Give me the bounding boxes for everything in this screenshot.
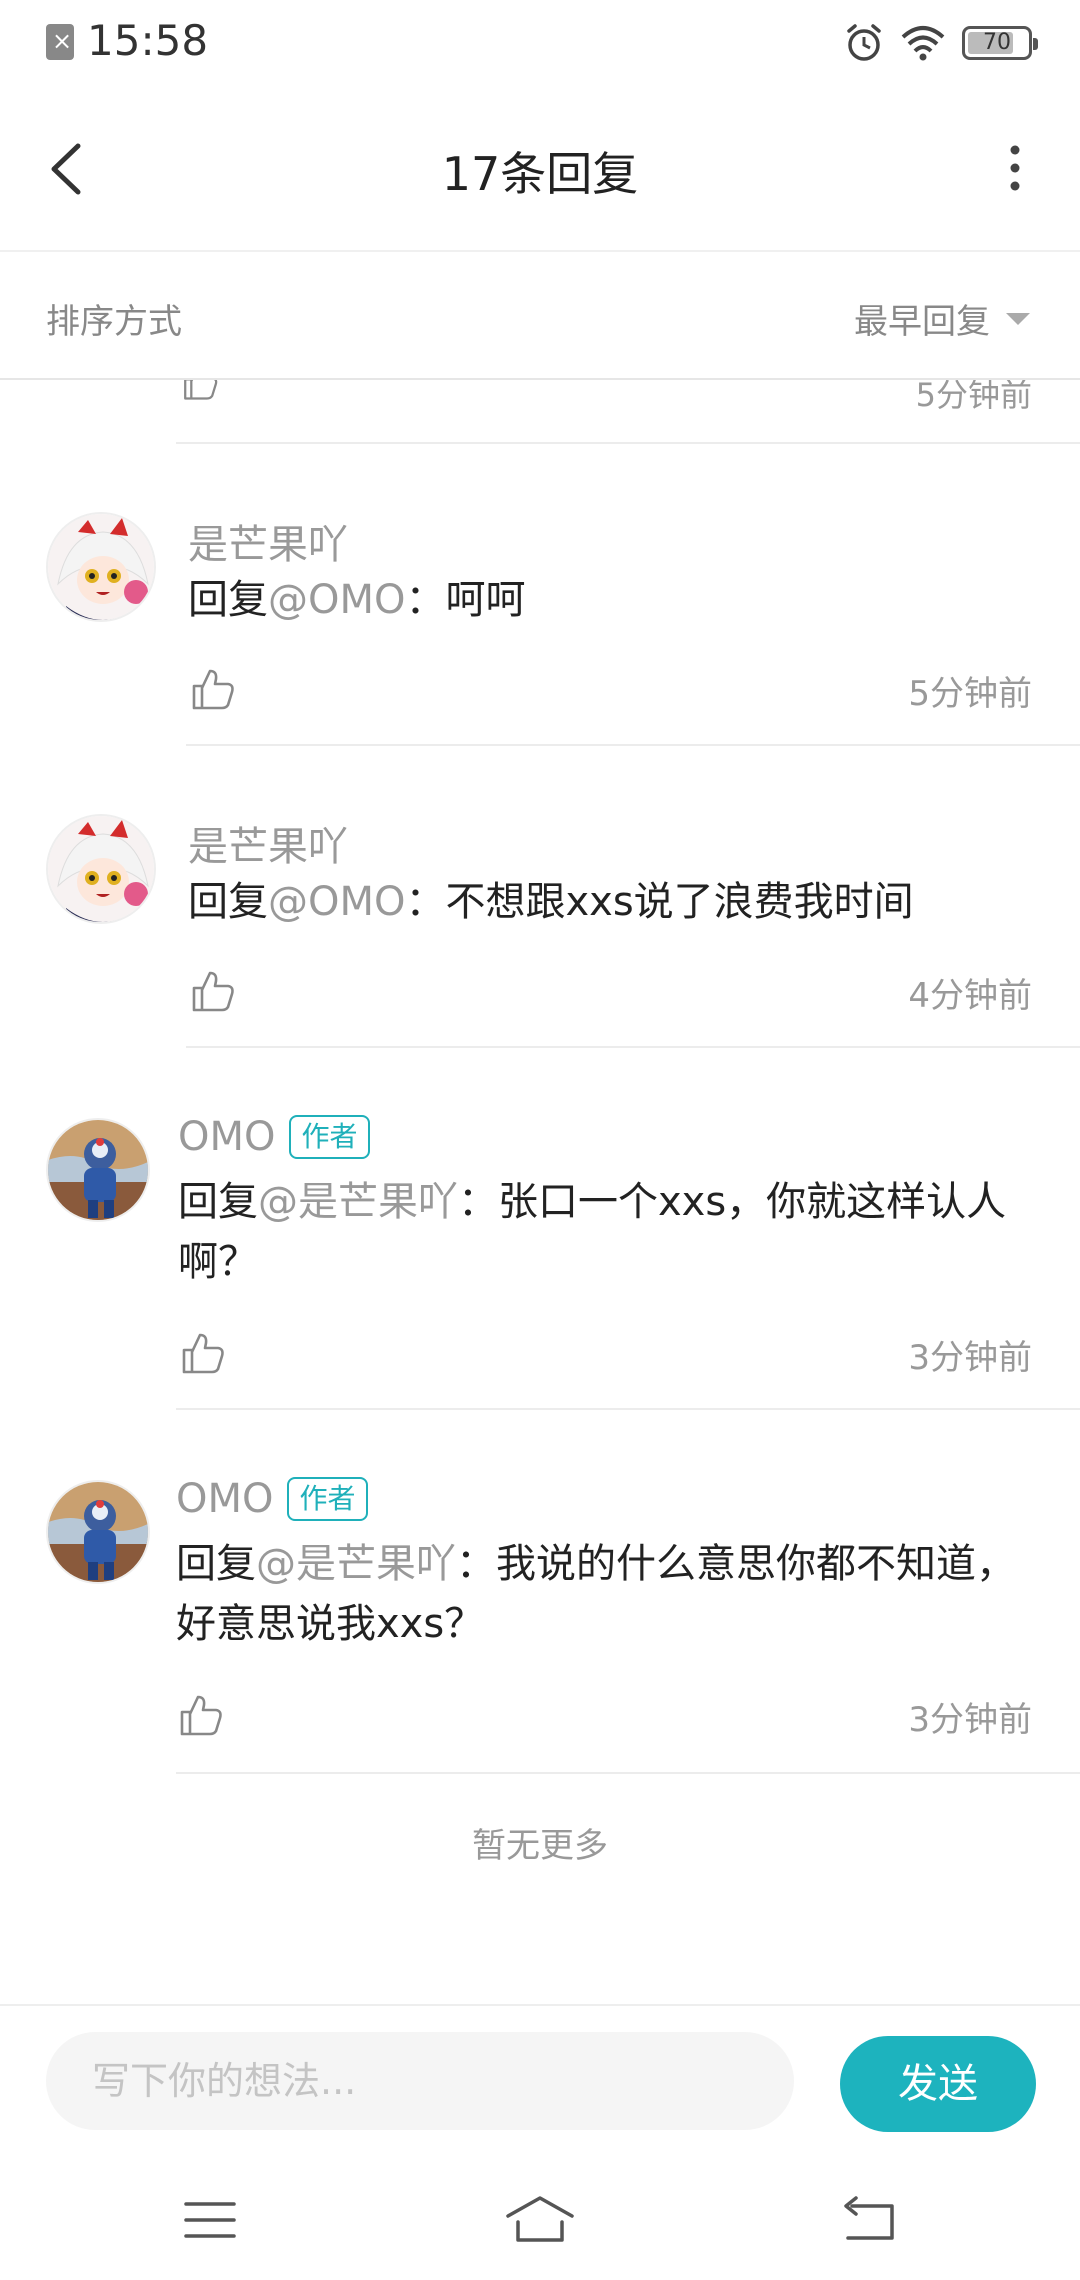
reply-prefix: 回复 bbox=[178, 1179, 258, 1225]
comment-input[interactable] bbox=[46, 2032, 794, 2130]
mention-link[interactable]: @OMO bbox=[268, 879, 405, 925]
comment-body: ：呵呵 bbox=[405, 577, 526, 623]
like-icon[interactable] bbox=[178, 1692, 224, 1738]
like-icon[interactable] bbox=[180, 1330, 226, 1376]
username[interactable]: 是芒果吖 bbox=[188, 512, 348, 570]
mention-link[interactable]: @是芒果吖 bbox=[258, 1179, 458, 1225]
sim-error-icon bbox=[46, 24, 74, 60]
status-bar: 15:58 70 bbox=[0, 0, 1080, 86]
mention-link[interactable]: @是芒果吖 bbox=[256, 1541, 456, 1587]
home-icon[interactable] bbox=[500, 2192, 580, 2248]
user-row: OMO 作者 bbox=[176, 1476, 368, 1522]
mention-link[interactable]: @OMO bbox=[268, 577, 405, 623]
no-more-text: 暂无更多 bbox=[472, 1826, 608, 1866]
menu-icon[interactable] bbox=[170, 2192, 250, 2248]
avatar-image bbox=[48, 514, 154, 620]
list-item: OMO 作者 回复@是芒果吖：张口一个xxs，你就这样认人啊？ 3分钟前 bbox=[0, 1048, 1080, 1408]
comment-text: 回复@OMO：呵呵 bbox=[188, 570, 1034, 630]
avatar[interactable] bbox=[46, 814, 156, 924]
user-row: OMO 作者 bbox=[178, 1114, 370, 1160]
avatar[interactable] bbox=[46, 1118, 150, 1222]
like-icon[interactable] bbox=[190, 968, 236, 1014]
send-button[interactable]: 发送 bbox=[840, 2036, 1036, 2132]
back-icon[interactable] bbox=[830, 2192, 910, 2248]
author-badge: 作者 bbox=[289, 1115, 370, 1159]
timestamp: 5分钟前 bbox=[908, 674, 1032, 714]
chevron-down-icon bbox=[1006, 312, 1030, 325]
like-icon[interactable] bbox=[180, 380, 220, 402]
alarm-icon bbox=[847, 24, 881, 61]
timestamp: 5分钟前 bbox=[915, 380, 1032, 414]
divider bbox=[176, 1772, 1080, 1774]
status-time: 15:58 bbox=[87, 16, 209, 65]
avatar-image bbox=[48, 1120, 148, 1220]
like-icon[interactable] bbox=[190, 666, 236, 712]
battery-icon: 70 bbox=[962, 26, 1038, 60]
username[interactable]: OMO bbox=[176, 1476, 273, 1522]
list-item: 是芒果吖 回复@OMO：呵呵 5分钟前 bbox=[0, 444, 1080, 744]
avatar[interactable] bbox=[46, 512, 156, 622]
timestamp: 3分钟前 bbox=[908, 1700, 1032, 1740]
timestamp: 4分钟前 bbox=[908, 976, 1032, 1016]
wifi-icon bbox=[901, 26, 945, 61]
sort-dropdown[interactable]: 最早回复 bbox=[854, 294, 1030, 343]
username[interactable]: 是芒果吖 bbox=[188, 814, 348, 872]
more-vertical-icon[interactable] bbox=[990, 138, 1040, 198]
comment-text: 回复@OMO：不想跟xxs说了浪费我时间 bbox=[188, 872, 1034, 932]
sort-value: 最早回复 bbox=[854, 302, 990, 342]
author-badge: 作者 bbox=[287, 1477, 368, 1521]
sort-label: 排序方式 bbox=[46, 302, 182, 342]
sort-bar: 排序方式 最早回复 bbox=[0, 252, 1080, 380]
battery-level: 70 bbox=[983, 30, 1011, 55]
username[interactable]: OMO bbox=[178, 1114, 275, 1160]
reply-prefix: 回复 bbox=[176, 1541, 256, 1587]
comment-text: 回复@是芒果吖：张口一个xxs，你就这样认人啊？ bbox=[178, 1172, 1034, 1292]
avatar-image bbox=[48, 816, 154, 922]
comment-text: 回复@是芒果吖：我说的什么意思你都不知道，好意思说我xxs？ bbox=[176, 1534, 1034, 1654]
list-item: OMO 作者 回复@是芒果吖：我说的什么意思你都不知道，好意思说我xxs？ 3分… bbox=[0, 1410, 1080, 1772]
status-icons: 70 bbox=[844, 22, 1038, 64]
comment-body: ：不想跟xxs说了浪费我时间 bbox=[405, 879, 914, 925]
timestamp: 3分钟前 bbox=[908, 1338, 1032, 1378]
page-title: 17条回复 bbox=[441, 147, 639, 201]
system-nav-bar bbox=[0, 2152, 1080, 2280]
reply-prefix: 回复 bbox=[188, 577, 268, 623]
reply-prefix: 回复 bbox=[188, 879, 268, 925]
user-row: 是芒果吖 bbox=[188, 814, 348, 872]
comment-input-bar: 发送 bbox=[0, 2004, 1080, 2152]
reply-list[interactable]: 5分钟前 是芒果吖 回复@OMO：呵呵 5分钟前 是芒果吖 回复@OMO：不想跟… bbox=[0, 380, 1080, 2000]
list-item-partial: 5分钟前 bbox=[0, 380, 1080, 444]
user-row: 是芒果吖 bbox=[188, 512, 348, 570]
list-item: 是芒果吖 回复@OMO：不想跟xxs说了浪费我时间 4分钟前 bbox=[0, 746, 1080, 1046]
avatar[interactable] bbox=[46, 1480, 150, 1584]
header: 17条回复 bbox=[0, 86, 1080, 252]
avatar-image bbox=[48, 1482, 148, 1582]
